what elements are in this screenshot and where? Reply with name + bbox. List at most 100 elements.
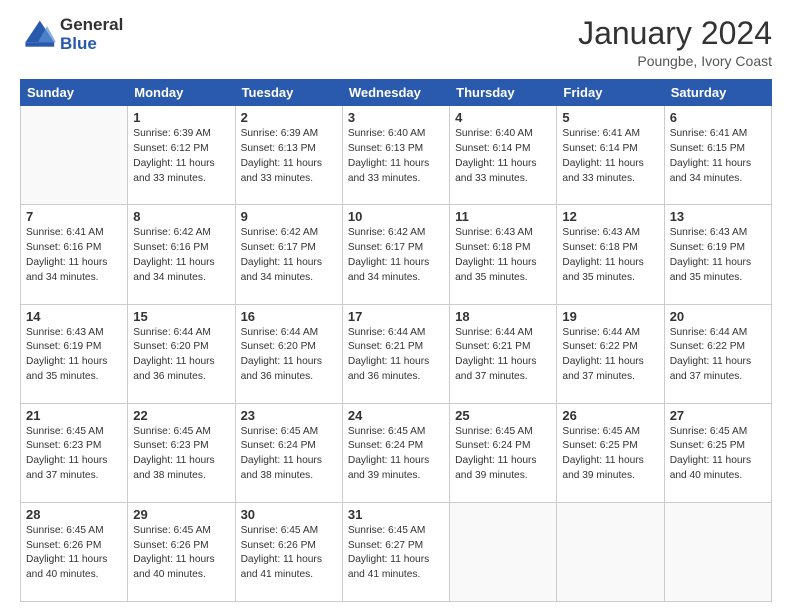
day-number: 26: [562, 408, 658, 423]
calendar-day-cell: 13Sunrise: 6:43 AM Sunset: 6:19 PM Dayli…: [664, 205, 771, 304]
calendar-day-cell: 5Sunrise: 6:41 AM Sunset: 6:14 PM Daylig…: [557, 106, 664, 205]
day-number: 9: [241, 209, 337, 224]
location: Poungbe, Ivory Coast: [578, 53, 772, 69]
day-number: 25: [455, 408, 551, 423]
calendar-empty-cell: [450, 502, 557, 601]
calendar-day-header: Monday: [128, 80, 235, 106]
day-info: Sunrise: 6:45 AM Sunset: 6:24 PM Dayligh…: [241, 425, 337, 484]
day-number: 1: [133, 110, 229, 125]
day-info: Sunrise: 6:44 AM Sunset: 6:21 PM Dayligh…: [455, 326, 551, 385]
page: General Blue January 2024 Poungbe, Ivory…: [0, 0, 792, 612]
calendar-day-cell: 8 Sunrise: 6:42 AM Sunset: 6:16 PM Daylig…: [128, 205, 235, 304]
calendar-day-cell: 7Sunrise: 6:41 AM Sunset: 6:16 PM Daylig…: [21, 205, 128, 304]
day-info: Sunrise: 6:45 AM Sunset: 6:25 PM Dayligh…: [670, 425, 766, 484]
day-info: Sunrise: 6:39 AM Sunset: 6:13 PM Dayligh…: [241, 127, 337, 186]
calendar-empty-cell: [664, 502, 771, 601]
calendar-day-cell: 17 Sunrise: 6:44 AM Sunset: 6:21 PM Dayli…: [342, 304, 449, 403]
day-number: 23: [241, 408, 337, 423]
calendar-day-header: Thursday: [450, 80, 557, 106]
calendar-day-cell: 2 Sunrise: 6:39 AM Sunset: 6:13 PM Daylig…: [235, 106, 342, 205]
day-info: Sunrise: 6:42 AM Sunset: 6:16 PM Dayligh…: [133, 226, 229, 285]
calendar-day-cell: 21 Sunrise: 6:45 AM Sunset: 6:23 PM Dayli…: [21, 403, 128, 502]
calendar-day-cell: 1 Sunrise: 6:39 AM Sunset: 6:12 PM Daylig…: [128, 106, 235, 205]
calendar-week-row: 28 Sunrise: 6:45 AM Sunset: 6:26 PM Dayli…: [21, 502, 772, 601]
day-info: Sunrise: 6:41 AM Sunset: 6:14 PM Dayligh…: [562, 127, 658, 186]
day-number: 15: [133, 309, 229, 324]
day-info: Sunrise: 6:44 AM Sunset: 6:21 PM Dayligh…: [348, 326, 444, 385]
day-info: Sunrise: 6:44 AM Sunset: 6:20 PM Dayligh…: [133, 326, 229, 385]
calendar-day-cell: 23 Sunrise: 6:45 AM Sunset: 6:24 PM Dayli…: [235, 403, 342, 502]
calendar-day-cell: 9 Sunrise: 6:42 AM Sunset: 6:17 PM Daylig…: [235, 205, 342, 304]
day-number: 12: [562, 209, 658, 224]
logo-blue: Blue: [60, 35, 123, 54]
calendar-day-header: Wednesday: [342, 80, 449, 106]
day-number: 24: [348, 408, 444, 423]
day-number: 21: [26, 408, 122, 423]
calendar-day-cell: 31Sunrise: 6:45 AM Sunset: 6:27 PM Dayli…: [342, 502, 449, 601]
day-number: 16: [241, 309, 337, 324]
calendar-day-cell: 4 Sunrise: 6:40 AM Sunset: 6:14 PM Daylig…: [450, 106, 557, 205]
calendar-empty-cell: [21, 106, 128, 205]
calendar-week-row: 14Sunrise: 6:43 AM Sunset: 6:19 PM Dayli…: [21, 304, 772, 403]
day-number: 22: [133, 408, 229, 423]
logo-icon: [20, 17, 56, 53]
calendar-week-row: 7Sunrise: 6:41 AM Sunset: 6:16 PM Daylig…: [21, 205, 772, 304]
day-info: Sunrise: 6:40 AM Sunset: 6:14 PM Dayligh…: [455, 127, 551, 186]
calendar-day-cell: 24Sunrise: 6:45 AM Sunset: 6:24 PM Dayli…: [342, 403, 449, 502]
day-number: 14: [26, 309, 122, 324]
day-info: Sunrise: 6:45 AM Sunset: 6:23 PM Dayligh…: [26, 425, 122, 484]
calendar-day-cell: 27 Sunrise: 6:45 AM Sunset: 6:25 PM Dayli…: [664, 403, 771, 502]
logo-text: General Blue: [60, 16, 123, 53]
calendar-day-cell: 28 Sunrise: 6:45 AM Sunset: 6:26 PM Dayli…: [21, 502, 128, 601]
day-number: 11: [455, 209, 551, 224]
day-number: 30: [241, 507, 337, 522]
calendar-day-cell: 6 Sunrise: 6:41 AM Sunset: 6:15 PM Daylig…: [664, 106, 771, 205]
day-info: Sunrise: 6:45 AM Sunset: 6:24 PM Dayligh…: [455, 425, 551, 484]
calendar-header-row: SundayMondayTuesdayWednesdayThursdayFrid…: [21, 80, 772, 106]
day-info: Sunrise: 6:45 AM Sunset: 6:27 PM Dayligh…: [348, 524, 444, 583]
day-number: 6: [670, 110, 766, 125]
day-info: Sunrise: 6:44 AM Sunset: 6:22 PM Dayligh…: [670, 326, 766, 385]
calendar-day-header: Tuesday: [235, 80, 342, 106]
calendar-day-cell: 25 Sunrise: 6:45 AM Sunset: 6:24 PM Dayli…: [450, 403, 557, 502]
day-number: 27: [670, 408, 766, 423]
day-number: 18: [455, 309, 551, 324]
calendar-day-cell: 10Sunrise: 6:42 AM Sunset: 6:17 PM Dayli…: [342, 205, 449, 304]
calendar-day-cell: 20Sunrise: 6:44 AM Sunset: 6:22 PM Dayli…: [664, 304, 771, 403]
calendar-day-cell: 30 Sunrise: 6:45 AM Sunset: 6:26 PM Dayli…: [235, 502, 342, 601]
day-number: 7: [26, 209, 122, 224]
calendar-day-cell: 18 Sunrise: 6:44 AM Sunset: 6:21 PM Dayli…: [450, 304, 557, 403]
month-title: January 2024: [578, 16, 772, 51]
calendar-day-header: Sunday: [21, 80, 128, 106]
calendar-empty-cell: [557, 502, 664, 601]
day-number: 10: [348, 209, 444, 224]
day-info: Sunrise: 6:39 AM Sunset: 6:12 PM Dayligh…: [133, 127, 229, 186]
day-info: Sunrise: 6:43 AM Sunset: 6:19 PM Dayligh…: [670, 226, 766, 285]
day-info: Sunrise: 6:45 AM Sunset: 6:26 PM Dayligh…: [26, 524, 122, 583]
day-number: 19: [562, 309, 658, 324]
day-info: Sunrise: 6:44 AM Sunset: 6:22 PM Dayligh…: [562, 326, 658, 385]
day-number: 8: [133, 209, 229, 224]
calendar-day-cell: 3Sunrise: 6:40 AM Sunset: 6:13 PM Daylig…: [342, 106, 449, 205]
day-info: Sunrise: 6:45 AM Sunset: 6:23 PM Dayligh…: [133, 425, 229, 484]
day-info: Sunrise: 6:43 AM Sunset: 6:18 PM Dayligh…: [455, 226, 551, 285]
day-info: Sunrise: 6:42 AM Sunset: 6:17 PM Dayligh…: [241, 226, 337, 285]
calendar-week-row: 1 Sunrise: 6:39 AM Sunset: 6:12 PM Daylig…: [21, 106, 772, 205]
calendar-day-cell: 22 Sunrise: 6:45 AM Sunset: 6:23 PM Dayli…: [128, 403, 235, 502]
calendar-day-cell: 11 Sunrise: 6:43 AM Sunset: 6:18 PM Dayli…: [450, 205, 557, 304]
day-info: Sunrise: 6:45 AM Sunset: 6:26 PM Dayligh…: [241, 524, 337, 583]
day-number: 17: [348, 309, 444, 324]
day-number: 4: [455, 110, 551, 125]
calendar-day-cell: 15 Sunrise: 6:44 AM Sunset: 6:20 PM Dayli…: [128, 304, 235, 403]
calendar-day-cell: 16Sunrise: 6:44 AM Sunset: 6:20 PM Dayli…: [235, 304, 342, 403]
calendar-day-cell: 19 Sunrise: 6:44 AM Sunset: 6:22 PM Dayli…: [557, 304, 664, 403]
logo: General Blue: [20, 16, 123, 53]
day-info: Sunrise: 6:41 AM Sunset: 6:15 PM Dayligh…: [670, 127, 766, 186]
day-number: 28: [26, 507, 122, 522]
day-info: Sunrise: 6:45 AM Sunset: 6:25 PM Dayligh…: [562, 425, 658, 484]
calendar-day-cell: 14Sunrise: 6:43 AM Sunset: 6:19 PM Dayli…: [21, 304, 128, 403]
day-number: 2: [241, 110, 337, 125]
calendar-week-row: 21 Sunrise: 6:45 AM Sunset: 6:23 PM Dayli…: [21, 403, 772, 502]
title-block: January 2024 Poungbe, Ivory Coast: [578, 16, 772, 69]
calendar-day-cell: 26 Sunrise: 6:45 AM Sunset: 6:25 PM Dayli…: [557, 403, 664, 502]
